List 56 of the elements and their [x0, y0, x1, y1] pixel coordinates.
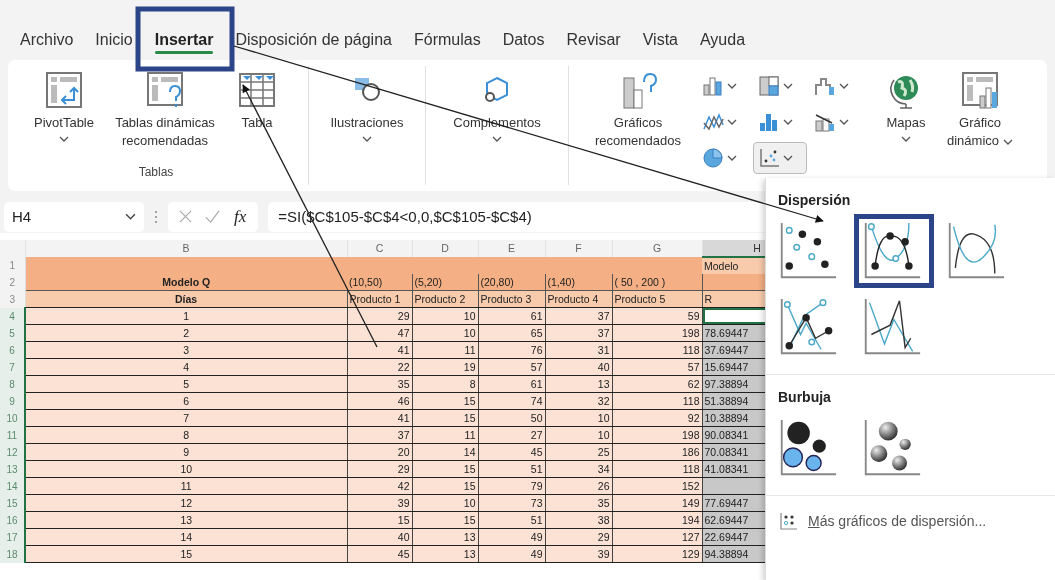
ribbon-command[interactable]: Mapas	[873, 66, 939, 147]
ribbon-tab[interactable]: Vista	[632, 27, 688, 56]
chevron-down-icon	[727, 119, 737, 126]
ribbon-command[interactable]: Gráfico dinámico	[939, 66, 1021, 155]
column-header[interactable]: B	[25, 240, 347, 257]
row-number[interactable]: 1	[0, 257, 25, 274]
chart-option[interactable]	[854, 214, 934, 288]
grip-icon	[154, 208, 158, 225]
insert-function-button[interactable]: fx	[232, 206, 249, 227]
table-cell: (10,50)	[347, 274, 412, 291]
pivot-chart-icon	[960, 70, 1000, 111]
chevron-down-icon	[727, 155, 737, 162]
ribbon-command[interactable]: Tablas dinámicas recomendadas	[103, 66, 227, 155]
table-cell: Modelo Q	[25, 274, 347, 291]
waterfall-chart-icon	[814, 75, 836, 98]
column-header[interactable]: C	[347, 240, 412, 257]
table-cell: (1,40)	[545, 274, 612, 291]
chevron-down-icon	[783, 83, 793, 90]
ribbon-tab[interactable]: Disposición de página	[225, 27, 402, 56]
combo-chart-icon	[814, 111, 836, 134]
ribbon-tab[interactable]: Ayuda	[689, 27, 756, 56]
table-cell: (5,20)	[412, 274, 478, 291]
scatter-chart-icon	[780, 512, 798, 530]
column-header[interactable]: F	[545, 240, 612, 257]
pie-chart-icon	[702, 147, 724, 170]
group-label: Tablas	[138, 164, 174, 181]
row-number[interactable]: 2	[0, 274, 25, 291]
column-header[interactable]: E	[478, 240, 545, 257]
chevron-down-icon	[783, 119, 793, 126]
pivot-table-icon	[44, 70, 84, 111]
ribbon-tab[interactable]: Fórmulas	[403, 27, 491, 56]
table-cell: ( 50 , 200 )	[612, 274, 702, 291]
chevron-down-icon	[727, 83, 737, 90]
ribbon-tab[interactable]: Datos	[492, 27, 555, 56]
treemap-chart-icon	[758, 75, 780, 98]
ribbon-command[interactable]: Gráficos recomendados	[579, 66, 697, 155]
ribbon-command[interactable]: PivotTable	[25, 66, 103, 147]
table-cell: (20,80)	[478, 274, 545, 291]
chevron-down-icon	[839, 119, 849, 126]
ribbon-tab[interactable]: Revisar	[556, 27, 631, 56]
column-chart-icon	[702, 75, 724, 98]
ribbon-tab[interactable]: Insertar	[144, 27, 224, 56]
cancel-icon[interactable]	[178, 209, 193, 225]
chevron-down-icon	[783, 155, 793, 162]
chevron-down-icon	[125, 213, 136, 221]
chevron-down-icon	[839, 83, 849, 90]
ribbon-command[interactable]: Ilustraciones	[313, 66, 421, 147]
scatter-chart-icon	[758, 147, 780, 170]
column-header[interactable]: G	[612, 240, 702, 257]
ribbon-tab[interactable]: Archivo	[10, 27, 84, 56]
name-box[interactable]: H4	[4, 201, 144, 232]
histogram-icon	[758, 111, 780, 134]
ribbon-tab[interactable]: Inicio	[85, 27, 143, 56]
chart-type-button[interactable]	[753, 142, 807, 175]
column-header[interactable]: D	[412, 240, 478, 257]
check-icon[interactable]	[205, 209, 220, 225]
